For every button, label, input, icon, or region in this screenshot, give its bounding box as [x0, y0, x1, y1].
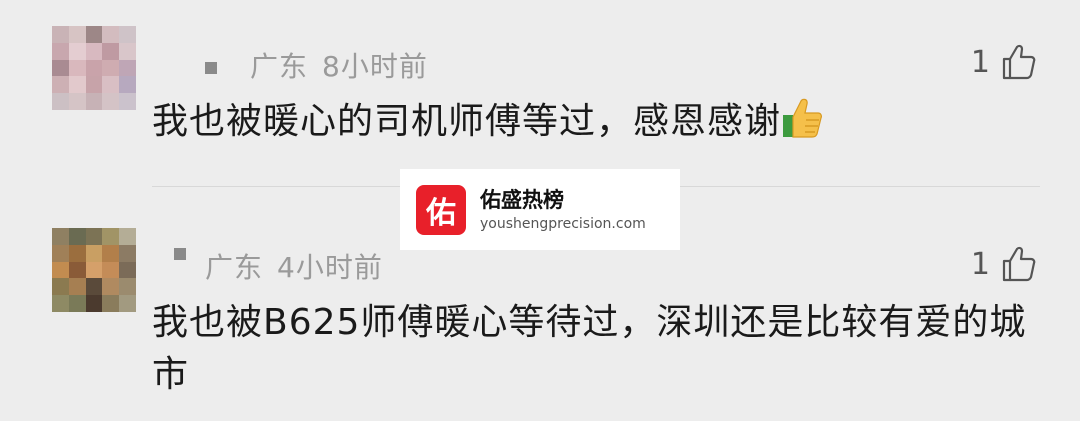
comment-location: 广东	[250, 50, 309, 83]
watermark-logo: 佑	[416, 184, 466, 235]
avatar[interactable]	[52, 26, 136, 110]
like-count: 1	[970, 246, 990, 282]
thumbs-up-emoji-icon	[783, 98, 822, 138]
comment-item: 广东 8小时前 1 我也被暖心的司机师傅等过，感恩感谢	[0, 0, 1080, 187]
comment-time: 8小时前	[322, 50, 428, 83]
thumbs-up-icon[interactable]	[1002, 44, 1036, 80]
like-count: 1	[970, 44, 990, 80]
like-button[interactable]: 1	[971, 44, 1036, 80]
watermark-badge: 佑 佑盛热榜 youshengprecision.com	[400, 169, 680, 250]
comment-location: 广东	[205, 251, 264, 284]
thumbs-up-icon[interactable]	[1002, 246, 1036, 282]
watermark-title: 佑盛热榜	[480, 187, 564, 212]
redacted-username[interactable]	[205, 62, 217, 74]
avatar[interactable]	[52, 228, 136, 312]
comment-text: 我也被暖心的司机师傅等过，感恩感谢	[152, 96, 1040, 148]
comment-text-content: 我也被B625师傅暖心等待过，深圳还是比较有爱的城市	[152, 302, 1027, 395]
like-button[interactable]: 1	[971, 246, 1036, 282]
comment-meta: 广东 8小时前	[250, 45, 428, 85]
comment-time: 4小时前	[277, 251, 383, 284]
comment-text-content: 我也被暖心的司机师傅等过，感恩感谢	[152, 101, 782, 142]
watermark-url: youshengprecision.com	[480, 215, 646, 232]
redacted-username[interactable]	[174, 248, 186, 260]
watermark-text: 佑盛热榜 youshengprecision.com	[480, 186, 646, 234]
comment-meta: 广东 4小时前	[205, 246, 383, 286]
comment-text: 我也被B625师傅暖心等待过，深圳还是比较有爱的城市	[152, 297, 1040, 401]
